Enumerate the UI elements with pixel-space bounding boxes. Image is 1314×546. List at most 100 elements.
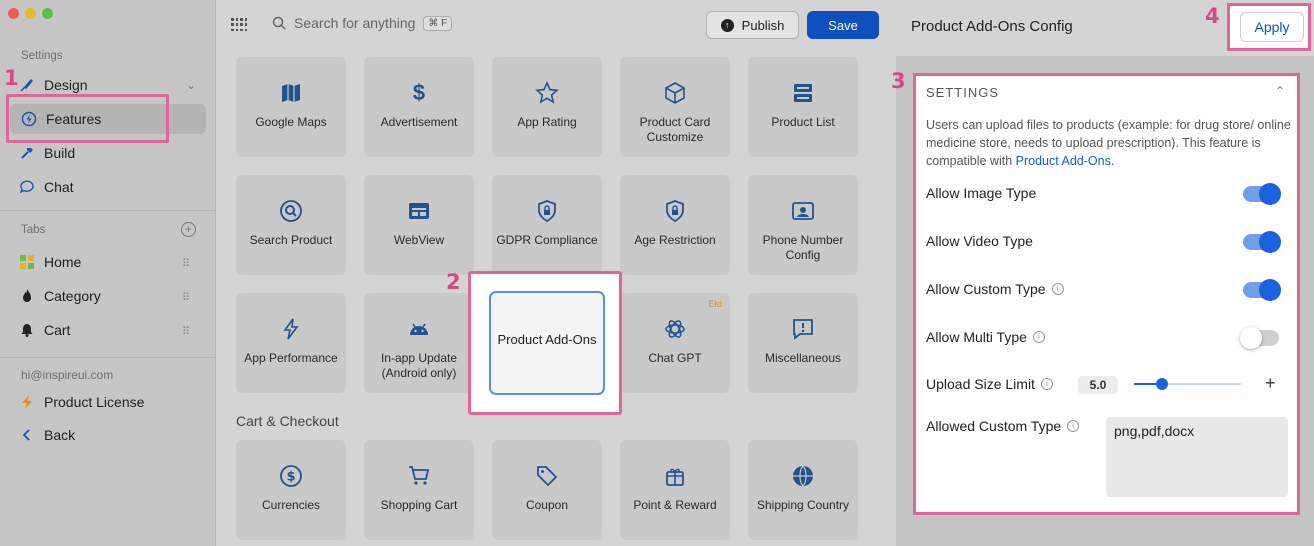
lightning-icon bbox=[277, 315, 305, 343]
sidebar-tab-home[interactable]: Home bbox=[18, 250, 81, 274]
add-tab-button[interactable]: + bbox=[181, 222, 196, 237]
allow-image-type-toggle[interactable] bbox=[1243, 183, 1281, 205]
gift-icon bbox=[661, 462, 689, 490]
close-window-button[interactable] bbox=[8, 8, 19, 19]
sidebar-item-product-license[interactable]: Product License bbox=[18, 390, 144, 414]
back-button[interactable]: Back bbox=[18, 423, 75, 447]
feature-card-phone-number-config[interactable]: Phone Number Config bbox=[748, 175, 858, 275]
flame-icon bbox=[18, 287, 36, 305]
feature-card-chat-gpt[interactable]: Etd Chat GPT bbox=[620, 293, 730, 393]
feature-card-age-restriction[interactable]: Age Restriction bbox=[620, 175, 730, 275]
info-icon[interactable]: i bbox=[1051, 283, 1064, 295]
feature-card-app-rating[interactable]: App Rating bbox=[492, 57, 602, 157]
feature-card-gdpr-compliance[interactable]: GDPR Compliance bbox=[492, 175, 602, 275]
zoom-window-button[interactable] bbox=[42, 8, 53, 19]
info-icon[interactable]: i bbox=[1040, 378, 1053, 390]
upload-size-slider[interactable] bbox=[1134, 378, 1241, 390]
feature-card-advertisement[interactable]: $ Advertisement bbox=[364, 57, 474, 157]
allow-multi-type-label: Allow Multi Type i bbox=[926, 329, 1045, 345]
apply-button[interactable]: Apply bbox=[1240, 12, 1304, 42]
sidebar-item-chat[interactable]: Chat bbox=[18, 175, 74, 199]
feature-card-shipping-country[interactable]: Shipping Country bbox=[748, 440, 858, 540]
sidebar-tab-cart[interactable]: Cart bbox=[18, 318, 70, 342]
feature-label: Shipping Country bbox=[756, 498, 850, 512]
settings-header[interactable]: SETTINGS bbox=[926, 85, 999, 100]
save-button[interactable]: Save bbox=[807, 11, 879, 39]
toggle-knob bbox=[1259, 279, 1281, 301]
feature-card-currencies[interactable]: $ Currencies bbox=[236, 440, 346, 540]
feature-card-coupon[interactable]: Coupon bbox=[492, 440, 602, 540]
callout-box-1 bbox=[6, 94, 169, 143]
feature-card-in-app-update[interactable]: In-app Update (Android only) bbox=[364, 293, 474, 393]
search-icon bbox=[272, 16, 286, 30]
feature-card-product-list[interactable]: Product List bbox=[748, 57, 858, 157]
feature-label: Currencies bbox=[261, 498, 321, 512]
window-controls bbox=[8, 8, 53, 19]
feature-card-miscellaneous[interactable]: Miscellaneous bbox=[748, 293, 858, 393]
toggle-label: Allow Multi Type bbox=[926, 329, 1027, 345]
currency-icon: $ bbox=[277, 462, 305, 490]
toggle-label: Allow Custom Type bbox=[926, 281, 1046, 297]
user-email: hi@inspireui.com bbox=[21, 368, 114, 382]
callout-box-4: Apply bbox=[1227, 3, 1311, 51]
sidebar-item-label: Cart bbox=[44, 322, 71, 338]
allowed-custom-type-textarea[interactable]: png,pdf,docx bbox=[1106, 417, 1288, 497]
publish-button[interactable]: ↑ Publish bbox=[706, 11, 799, 39]
feature-card-google-maps[interactable]: Google Maps bbox=[236, 57, 346, 157]
cube-icon bbox=[661, 79, 689, 107]
feature-label: Age Restriction bbox=[634, 233, 716, 247]
drag-handle-icon[interactable]: ⠿ bbox=[182, 257, 190, 270]
config-panel-title: Product Add-Ons Config bbox=[911, 18, 1073, 35]
toggle-label: Allow Image Type bbox=[926, 185, 1037, 201]
info-icon[interactable]: i bbox=[1067, 420, 1080, 432]
grid-color-icon bbox=[18, 253, 36, 271]
feature-card-webview[interactable]: WebView bbox=[364, 175, 474, 275]
feature-badge: Etd bbox=[708, 299, 722, 309]
feature-card-product-card-customize[interactable]: Product Card Customize bbox=[620, 57, 730, 157]
sidebar-item-build[interactable]: Build bbox=[18, 141, 75, 165]
sidebar-item-label: Design bbox=[44, 77, 88, 93]
map-icon bbox=[277, 79, 305, 107]
alert-bubble-icon bbox=[789, 315, 817, 343]
feature-card-app-performance[interactable]: App Performance bbox=[236, 293, 346, 393]
openai-icon bbox=[661, 315, 689, 343]
allow-custom-type-label: Allow Custom Type i bbox=[926, 281, 1064, 297]
feature-label: Product Add-Ons bbox=[497, 332, 597, 347]
feature-card-search-product[interactable]: Search Product bbox=[236, 175, 346, 275]
plus-icon[interactable]: + bbox=[1265, 373, 1276, 394]
drag-handle-icon[interactable]: ⠿ bbox=[182, 325, 190, 338]
allow-multi-type-toggle[interactable] bbox=[1240, 327, 1279, 349]
callout-number-3: 3 bbox=[891, 69, 906, 93]
allowed-custom-type-label: Allowed Custom Type i bbox=[926, 418, 1080, 434]
contact-card-icon bbox=[789, 197, 817, 225]
settings-panel: SETTINGS ⌃ Users can upload files to pro… bbox=[913, 73, 1300, 515]
app-grid-icon[interactable] bbox=[231, 18, 247, 32]
slider-knob[interactable] bbox=[1156, 378, 1168, 390]
search-bar[interactable]: Search for anything ⌘ F bbox=[272, 15, 453, 31]
feature-label: WebView bbox=[393, 233, 445, 247]
chevron-up-icon[interactable]: ⌃ bbox=[1275, 84, 1285, 98]
callout-number-4: 4 bbox=[1205, 4, 1220, 28]
minimize-window-button[interactable] bbox=[25, 8, 36, 19]
search-placeholder: Search for anything bbox=[294, 15, 416, 31]
list-icon bbox=[789, 79, 817, 107]
chevron-left-icon bbox=[18, 426, 36, 444]
allow-video-type-toggle[interactable] bbox=[1243, 231, 1281, 253]
feature-card-point-reward[interactable]: Point & Reward bbox=[620, 440, 730, 540]
drag-handle-icon[interactable]: ⠿ bbox=[182, 291, 190, 304]
dollar-icon: $ bbox=[412, 80, 426, 105]
product-add-ons-link[interactable]: Product Add-Ons. bbox=[1016, 154, 1115, 168]
feature-label: Shopping Cart bbox=[380, 498, 458, 512]
toggle-label: Allow Video Type bbox=[926, 233, 1033, 249]
tag-icon bbox=[533, 462, 561, 490]
info-icon[interactable]: i bbox=[1032, 331, 1045, 343]
feature-card-shopping-cart[interactable]: Shopping Cart bbox=[364, 440, 474, 540]
allow-custom-type-toggle[interactable] bbox=[1243, 279, 1281, 301]
upload-size-limit-value[interactable]: 5.0 bbox=[1078, 376, 1118, 394]
feature-card-product-add-ons[interactable]: Product Add-Ons bbox=[489, 291, 605, 395]
sidebar-tab-category[interactable]: Category bbox=[18, 284, 101, 308]
feature-label: Product Card Customize bbox=[639, 115, 711, 144]
chevron-down-icon[interactable]: ⌄ bbox=[186, 78, 196, 92]
shield-lock-icon bbox=[661, 197, 689, 225]
allow-video-type-label: Allow Video Type bbox=[926, 233, 1033, 249]
